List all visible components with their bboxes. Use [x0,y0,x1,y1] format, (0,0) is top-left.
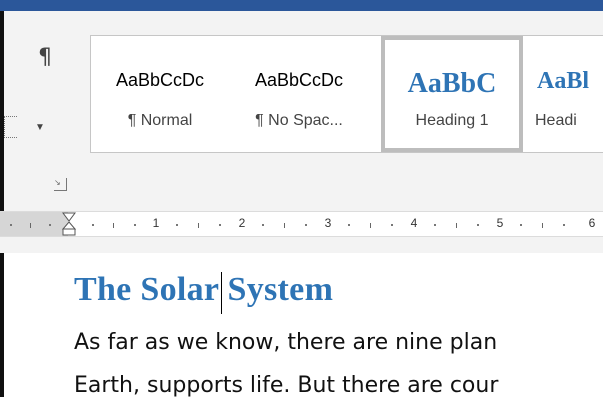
ruler-tick [456,223,457,228]
style-normal[interactable]: AaBbCcDc ¶ Normal [95,36,225,152]
style-heading-2[interactable]: AaBl Headi [529,36,603,152]
styles-gallery: AaBbCcDc ¶ Normal AaBbCcDc ¶ No Spac... … [90,35,603,153]
ruler-number: 4 [410,216,418,230]
ruler-dot [134,224,136,226]
style-heading-2-label: Headi [535,112,577,129]
show-formatting-marks-icon[interactable]: ¶ [32,43,58,73]
ruler-dot [391,224,393,226]
borders-button[interactable] [4,116,17,138]
ruler-dot [92,224,94,226]
word-window: ¶ ▼ ↘ AaBbCcDc ¶ Normal AaBbCcDc ¶ No Sp… [0,0,603,397]
document-heading[interactable]: The Solar System [74,271,333,309]
document-body-line[interactable]: As far as we know, there are nine plan [74,330,497,355]
ruler-dot [434,224,436,226]
ruler-tick [542,223,543,228]
title-bar [0,0,603,11]
style-no-spacing-sample: AaBbCcDc [254,70,344,90]
style-normal-label: ¶ Normal [127,112,193,129]
ruler-number: 5 [496,216,504,230]
ruler-tick [113,223,114,228]
style-no-spacing[interactable]: AaBbCcDc ¶ No Spac... [231,36,367,152]
style-normal-sample: AaBbCcDc [115,70,205,90]
style-heading-1-label: Heading 1 [415,112,489,129]
ruler-dot [262,224,264,226]
text-cursor [221,272,222,314]
ruler-dot [176,224,178,226]
ruler-dot [219,224,221,226]
ruler-dot [49,224,51,226]
ruler-tick [284,223,285,228]
ruler-dot [348,224,350,226]
ruler-number: 1 [152,216,160,230]
style-heading-1-sample: AaBbC [407,68,497,99]
style-heading-2-sample: AaBl [537,68,590,94]
ruler-dot [563,224,565,226]
borders-dropdown-arrow[interactable]: ▼ [30,118,50,138]
ruler-tick [30,223,31,228]
ruler-number: 2 [238,216,246,230]
indent-marker-icon[interactable] [61,212,77,241]
ruler-tick [370,223,371,228]
document-body-line[interactable]: Earth, supports life. But there are cour [74,373,498,397]
ruler-number: 3 [324,216,332,230]
style-no-spacing-label: ¶ No Spac... [255,112,343,129]
ruler-dot [305,224,307,226]
paragraph-dialog-launcher-icon[interactable]: ↘ [54,178,67,191]
ruler-tick [198,223,199,228]
horizontal-ruler[interactable]: 1 2 3 4 5 6 [0,211,603,237]
style-heading-1[interactable]: AaBbC Heading 1 [381,36,523,152]
ruler-dot [10,224,12,226]
ruler-dot [520,224,522,226]
ruler-number: 6 [588,216,596,230]
ruler-dot [477,224,479,226]
